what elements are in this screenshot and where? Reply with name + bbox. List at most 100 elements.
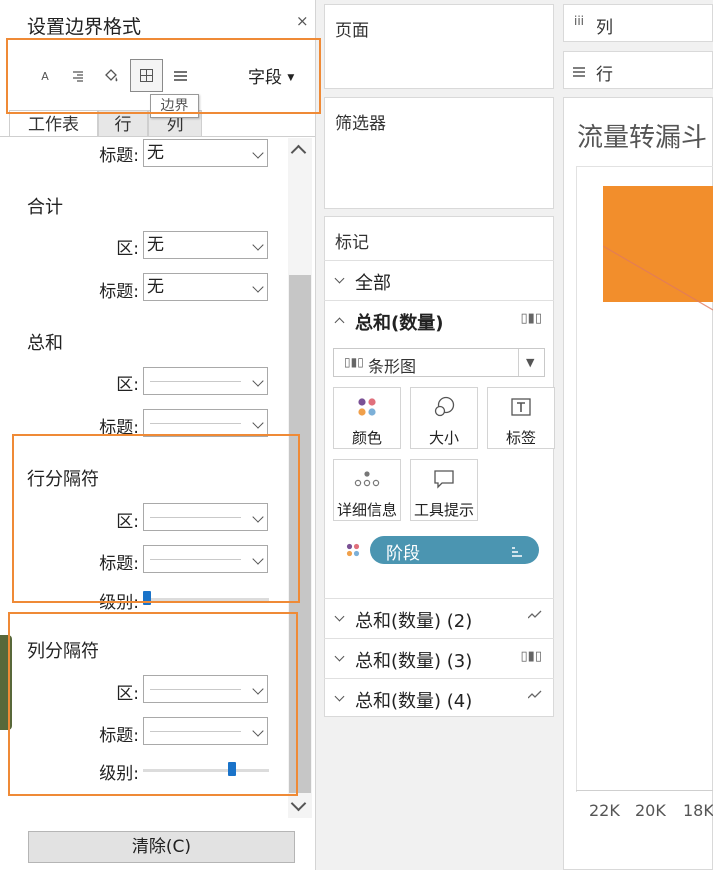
row-divider-area-select[interactable] <box>143 503 268 531</box>
chevron-down-icon <box>252 553 264 565</box>
close-icon[interactable]: × <box>296 12 309 30</box>
bar-overlay-line <box>603 245 713 311</box>
line-chart-icon <box>527 609 542 624</box>
marks-all-row[interactable]: 全部 <box>324 260 554 300</box>
axis-tick-label: 20K <box>635 801 666 820</box>
marks-measure-row-4[interactable]: 总和(数量) (4) <box>324 678 554 718</box>
mark-type-dropdown[interactable]: ▯▮▯ 条形图 ▼ <box>333 348 545 377</box>
caret-down-icon: ▼ <box>526 356 535 369</box>
size-button-label: 大小 <box>428 429 459 447</box>
pill-label: 阶段 <box>386 544 420 564</box>
label-button[interactable]: 标签 <box>487 387 555 449</box>
field-dropdown-label: 字段 <box>248 68 282 88</box>
columns-shelf-label: 列 <box>596 18 613 38</box>
grand-total-area-select[interactable]: 无 <box>143 231 268 259</box>
caret-down-icon: ▼ <box>287 73 295 83</box>
slider-handle[interactable] <box>143 591 151 605</box>
field-pill-stage[interactable]: 阶段 <box>370 536 539 564</box>
tab-rows[interactable]: 行 <box>98 110 148 137</box>
tooltip: 边界 <box>150 94 199 118</box>
alignment-format-button[interactable] <box>63 61 93 91</box>
select-value: 无 <box>147 277 164 297</box>
borders-format-button[interactable] <box>130 59 163 92</box>
marks-all-label: 全部 <box>355 273 391 294</box>
format-borders-pane: 设置边界格式 × A 字段 ▼ 工作表 行 列 边界 标题: 无 合计 区: 无… <box>0 0 316 870</box>
row-divider-title-label: 标题: <box>99 554 139 574</box>
detail-button[interactable]: 详细信息 <box>333 459 401 521</box>
line-chart-icon <box>527 689 542 704</box>
chevron-down-icon <box>252 417 264 429</box>
marks-card-title: 标记 <box>335 233 369 253</box>
row-divider-area-label: 区: <box>116 512 139 532</box>
size-icon <box>411 396 477 418</box>
field-dropdown[interactable]: 字段 ▼ <box>248 63 294 88</box>
total-title-line-select[interactable] <box>143 409 268 437</box>
grand-total-title-select[interactable]: 无 <box>143 273 268 301</box>
tabs-divider <box>0 136 315 137</box>
bar-chart-icon: ▯▮▯ <box>344 355 364 369</box>
bar-chart-icon: ▯▮▯ <box>520 311 542 326</box>
select-value: 无 <box>147 143 164 163</box>
columns-icon: iii <box>574 14 585 28</box>
total-area-line-select[interactable] <box>143 367 268 395</box>
line-style-preview <box>150 381 241 382</box>
bar-chart-icon: ▯▮▯ <box>520 649 542 664</box>
line-style-preview <box>150 559 241 560</box>
row-divider-level-slider[interactable] <box>143 591 269 605</box>
row-header-title-select[interactable]: 无 <box>143 139 268 167</box>
marks-measure-row-2[interactable]: 总和(数量) (2) <box>324 598 554 638</box>
clear-button[interactable]: 清除(C) <box>28 831 295 863</box>
column-divider-title-select[interactable] <box>143 717 268 745</box>
total-title-label: 标题: <box>99 418 139 438</box>
filters-card[interactable]: 筛选器 <box>324 97 554 209</box>
marks-measure-label: 总和(数量) (4) <box>355 691 473 712</box>
slider-handle[interactable] <box>227 762 236 776</box>
column-divider-area-label: 区: <box>116 684 139 704</box>
color-button-label: 颜色 <box>351 429 382 447</box>
row-divider-level-label: 级别: <box>99 593 139 613</box>
detail-dots-icon <box>334 468 400 490</box>
alignment-icon <box>73 70 83 82</box>
speech-bubble-icon <box>411 468 477 490</box>
line-style-preview <box>150 731 241 732</box>
x-axis-line <box>576 790 713 791</box>
pages-card-title: 页面 <box>335 21 369 41</box>
column-divider-level-slider[interactable] <box>143 762 269 776</box>
columns-shelf[interactable]: iii 列 <box>563 4 713 42</box>
column-divider-heading: 列分隔符 <box>27 641 99 662</box>
color-icon <box>334 396 400 418</box>
tab-sheet[interactable]: 工作表 <box>9 110 98 137</box>
chevron-up-icon <box>334 317 345 328</box>
chevron-down-icon <box>252 725 264 737</box>
chevron-down-icon <box>334 273 345 284</box>
scrollbar-thumb[interactable] <box>289 275 311 793</box>
lines-format-button[interactable] <box>165 61 195 91</box>
select-value: 无 <box>147 235 164 255</box>
tooltip-button-label: 工具提示 <box>413 501 474 519</box>
grand-total-area-label: 区: <box>116 239 139 259</box>
font-icon: A <box>41 69 49 83</box>
font-format-button[interactable]: A <box>30 61 60 91</box>
marks-measure-row-3[interactable]: 总和(数量) (3) ▯▮▯ <box>324 638 554 678</box>
size-button[interactable]: 大小 <box>410 387 478 449</box>
rows-shelf[interactable]: 行 <box>563 51 713 89</box>
shading-format-button[interactable] <box>96 61 126 91</box>
mark-type-value: 条形图 <box>368 357 417 376</box>
axis-tick-label: 22K <box>589 801 620 820</box>
tooltip-button[interactable]: 工具提示 <box>410 459 478 521</box>
column-divider-area-select[interactable] <box>143 675 268 703</box>
row-divider-title-select[interactable] <box>143 545 268 573</box>
axis-tick-label: 18K <box>683 801 713 820</box>
label-button-label: 标签 <box>505 429 536 447</box>
color-button[interactable]: 颜色 <box>333 387 401 449</box>
row-divider-heading: 行分隔符 <box>27 469 99 490</box>
marks-measure-row-active[interactable]: 总和(数量) ▯▮▯ <box>324 300 554 340</box>
rows-shelf-label: 行 <box>596 65 613 85</box>
line-style-preview <box>150 689 241 690</box>
side-grip-handle[interactable] <box>0 635 12 730</box>
text-label-icon <box>488 396 554 418</box>
filters-card-title: 筛选器 <box>335 114 386 134</box>
pages-card[interactable]: 页面 <box>324 4 554 89</box>
line-style-preview <box>150 423 241 424</box>
line-style-preview <box>150 517 241 518</box>
